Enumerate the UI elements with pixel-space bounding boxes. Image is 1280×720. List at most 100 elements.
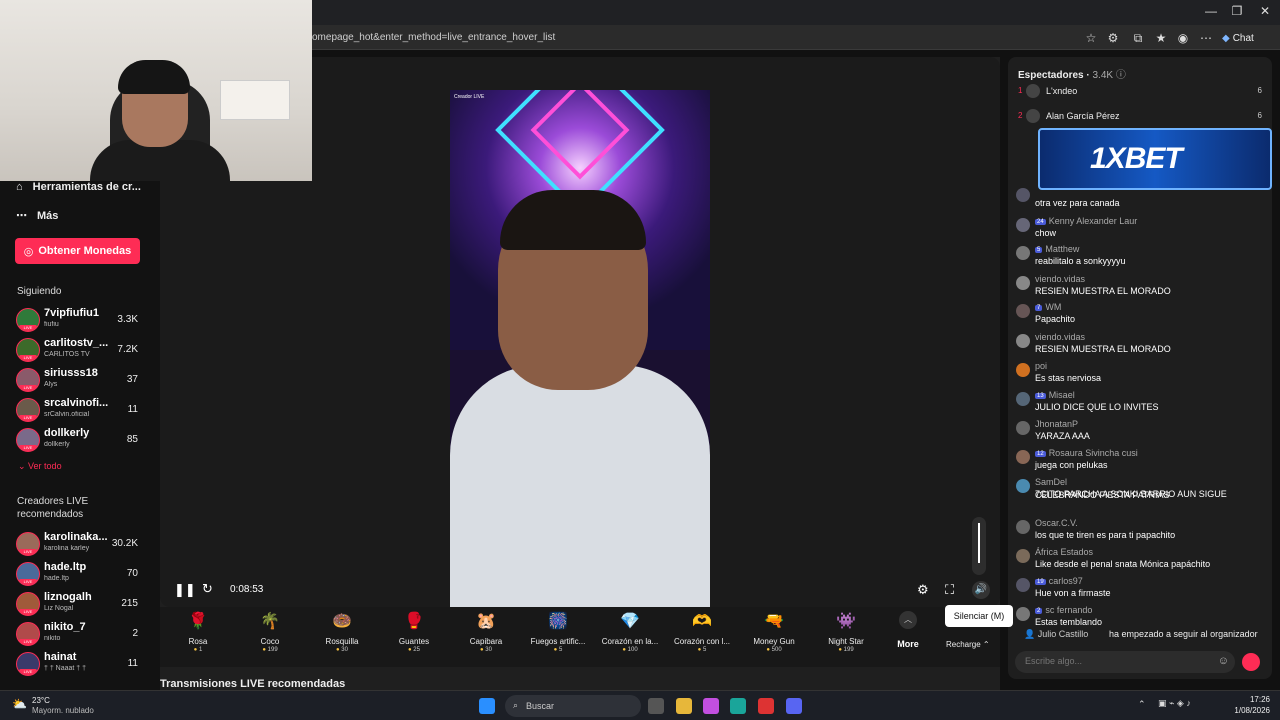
copilot-app-icon[interactable] xyxy=(703,698,719,714)
user-row[interactable]: LIVE dollkerly dollkerly 85 xyxy=(16,426,144,454)
gift-icon: 🥊 xyxy=(404,613,424,630)
gift-price-value: 5 xyxy=(702,647,707,653)
close-icon[interactable]: ✕ xyxy=(1252,4,1278,20)
avatar xyxy=(1016,607,1030,621)
webcam-shelf xyxy=(220,80,290,120)
viewer-count: 70 xyxy=(126,568,138,579)
sidebar-item-tools[interactable]: ⌂ Herramientas de cr... xyxy=(16,181,141,193)
settings-icon[interactable]: ⚙ xyxy=(917,582,929,598)
gift-name: Guantes xyxy=(398,637,430,646)
avatar xyxy=(1016,188,1030,202)
weather-desc: Mayorm. nublado xyxy=(32,706,94,715)
minimize-icon[interactable]: — xyxy=(1198,4,1224,20)
clock-time[interactable]: 17:26 xyxy=(1236,695,1270,704)
clock-date[interactable]: 1/08/2026 xyxy=(1228,706,1270,715)
user-name: dollkerly xyxy=(44,427,90,439)
gift-price: ● 5 xyxy=(523,647,593,653)
fullscreen-icon[interactable]: ⛶ xyxy=(945,582,954,598)
chat-username: Oscar.C.V. xyxy=(1035,518,1078,528)
user-subtitle: nikito xyxy=(44,635,61,642)
recharge-button[interactable]: Recharge ⌃ xyxy=(946,640,990,649)
level-badge: 19 xyxy=(1035,579,1046,585)
send-gift-icon[interactable] xyxy=(1242,653,1260,671)
user-row[interactable]: LIVE carlitostv_... CARLITOS TV 7.2K xyxy=(16,336,144,364)
avatar xyxy=(1016,520,1030,534)
live-badge: LIVE xyxy=(19,579,37,585)
gift-item[interactable]: 🍩 Rosquilla ● 30 xyxy=(307,611,377,653)
rank-row[interactable]: 2 Alan García Pérez 6 xyxy=(1018,109,1262,125)
level-badge: 24 xyxy=(1035,219,1046,225)
chat-text: RESIEN MUESTRA EL MORADO xyxy=(1035,344,1171,354)
user-row[interactable]: LIVE hainat † † Naaat † † 11 xyxy=(16,650,144,678)
gift-item[interactable]: 🎆 Fuegos artific... ● 5 xyxy=(523,611,593,653)
edge-icon[interactable] xyxy=(730,698,746,714)
chat-input-box[interactable]: ☺ xyxy=(1015,651,1235,673)
refresh-icon[interactable]: ↻ xyxy=(202,581,213,597)
user-row[interactable]: LIVE karolinaka... karolina karley 30.2K xyxy=(16,530,144,558)
level-badge: 5 xyxy=(1035,247,1043,253)
file-explorer-icon[interactable] xyxy=(676,698,692,714)
menu-dots-icon[interactable]: ⋯ xyxy=(1198,30,1214,46)
gift-item[interactable]: 🌹 Rosa ● 1 xyxy=(163,611,233,653)
avatar: LIVE xyxy=(16,338,40,362)
avatar xyxy=(1016,450,1030,464)
avatar: LIVE xyxy=(16,398,40,422)
chat-username: 13 Misael xyxy=(1035,390,1075,400)
favorites-icon[interactable]: ★ xyxy=(1153,30,1169,46)
mute-tooltip: Silenciar (M) xyxy=(945,605,1013,627)
user-row[interactable]: LIVE hade.ltp hade.ltp 70 xyxy=(16,560,144,588)
volume-icon[interactable]: 🔊 xyxy=(972,581,990,599)
pause-icon[interactable]: ❚❚ xyxy=(174,582,196,598)
maximize-icon[interactable]: ❐ xyxy=(1224,4,1250,20)
gift-item[interactable]: 🐹 Capibara ● 30 xyxy=(451,611,521,653)
live-badge: LIVE xyxy=(19,355,37,361)
url-text[interactable]: omepage_hot&enter_method=live_entrance_h… xyxy=(312,32,555,43)
split-icon[interactable]: ⧉ xyxy=(1130,30,1146,46)
tray-icons[interactable]: ▣ ⌁ ◈ ♪ xyxy=(1158,698,1191,709)
viewer-count: 11 xyxy=(127,658,138,669)
gift-item[interactable]: 👾 Night Star ● 199 xyxy=(811,611,881,653)
windows-start-icon[interactable] xyxy=(479,698,495,714)
video-tag: Creador LIVE xyxy=(454,94,485,100)
copilot-chat-button[interactable]: ◆ Chat xyxy=(1222,29,1254,47)
gift-item[interactable]: 💎 Corazón en la... ● 100 xyxy=(595,611,665,653)
webcam-overlay xyxy=(0,0,312,181)
live-video[interactable]: Creador LIVE xyxy=(450,90,710,608)
taskbar-search[interactable]: ⌕ Buscar xyxy=(505,695,641,717)
sidebar-item-more[interactable]: ⋯ Más xyxy=(16,209,58,223)
chat-input[interactable] xyxy=(1025,656,1205,666)
tray-chevron-icon[interactable]: ⌃ xyxy=(1138,699,1146,710)
rank-name: L'xndeo xyxy=(1046,86,1078,96)
favorite-star-icon[interactable]: ☆ xyxy=(1083,30,1099,46)
volume-slider[interactable] xyxy=(972,517,986,575)
chrome-icon[interactable] xyxy=(758,698,774,714)
see-all-link[interactable]: ⌄ Ver todo xyxy=(18,461,62,472)
user-row[interactable]: LIVE 7vipfiufiu1 fiufiu 3.3K xyxy=(16,306,144,334)
gift-item[interactable]: 🫶 Corazón con l... ● 5 xyxy=(667,611,737,653)
rank-row[interactable]: 1 L'xndeo 6 xyxy=(1018,84,1262,100)
gift-item[interactable]: 🥊 Guantes ● 25 xyxy=(379,611,449,653)
chat-text: Hue von a firmaste xyxy=(1035,588,1111,598)
ad-banner[interactable]: 1XBET xyxy=(1038,128,1272,190)
live-badge: LIVE xyxy=(19,325,37,331)
more-gifts-button[interactable]: ︿ More xyxy=(894,611,922,649)
profile-icon[interactable]: ◉ xyxy=(1175,30,1191,46)
chat-username-text: Kenny Alexander Laur xyxy=(1048,216,1138,226)
discord-icon[interactable] xyxy=(786,698,802,714)
user-row[interactable]: LIVE nikito_7 nikito 2 xyxy=(16,620,144,648)
gift-item[interactable]: 🔫 Money Gun ● 500 xyxy=(739,611,809,653)
task-view-icon[interactable] xyxy=(648,698,664,714)
gift-icon: 🎆 xyxy=(548,613,568,630)
extensions-icon[interactable]: ⚙ xyxy=(1105,30,1121,46)
get-coins-button[interactable]: ◎ Obtener Monedas xyxy=(15,238,140,264)
viewers-header[interactable]: Espectadores · 3.4K ⓘ xyxy=(1018,66,1126,81)
live-badge: LIVE xyxy=(19,445,37,451)
user-row[interactable]: LIVE liznogalh Liz Nogal 215 xyxy=(16,590,144,618)
chat-username-text: carlos97 xyxy=(1048,576,1083,586)
user-row[interactable]: LIVE srcalvinofi... srCalvin.oficial 11 xyxy=(16,396,144,424)
emoji-icon[interactable]: ☺ xyxy=(1218,655,1229,667)
gift-item[interactable]: 🌴 Coco ● 199 xyxy=(235,611,305,653)
weather-icon: ⛅ xyxy=(12,697,27,711)
level-badge: 7 xyxy=(1035,305,1043,311)
user-row[interactable]: LIVE siriusss18 Alys 37 xyxy=(16,366,144,394)
